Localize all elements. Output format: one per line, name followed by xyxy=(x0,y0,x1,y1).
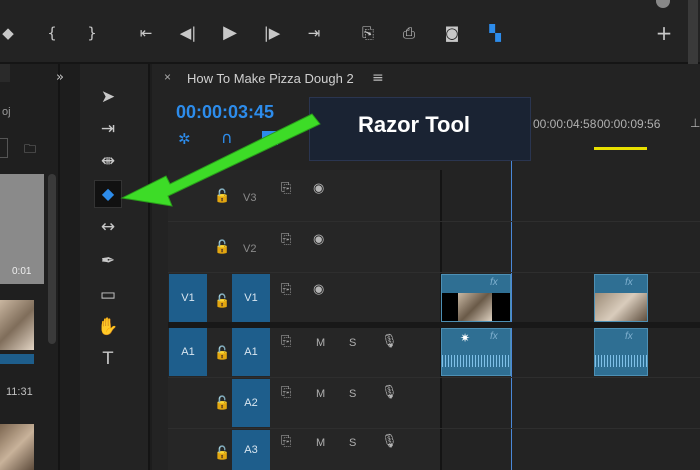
track-target[interactable]: A2 xyxy=(232,379,270,427)
mark-in-icon[interactable]: { xyxy=(40,22,64,44)
video-clip[interactable]: fx xyxy=(594,274,648,322)
waveform xyxy=(595,355,647,367)
mute-button[interactable]: M xyxy=(316,388,325,400)
lock-icon[interactable]: 🔓 xyxy=(214,396,230,411)
panel-handle-icon xyxy=(656,0,670,8)
microphone-icon[interactable]: 🎙 xyxy=(381,334,398,349)
fx-badge: fx xyxy=(490,331,498,342)
new-bin-icon[interactable]: 🗀 xyxy=(24,140,40,156)
add-button-icon[interactable]: + xyxy=(652,22,676,44)
comparison-view-icon[interactable]: ▚ xyxy=(483,22,507,44)
audio-clip[interactable]: fx xyxy=(594,328,648,376)
project-label: oj xyxy=(2,106,11,118)
callout-text: Razor Tool xyxy=(358,112,471,137)
ruler-mark: 00:00:09:56 xyxy=(597,117,661,131)
clip-frame xyxy=(595,293,647,321)
track-separator xyxy=(168,428,700,429)
transition-icon: ✷ xyxy=(460,331,471,345)
work-area-bar[interactable] xyxy=(594,147,647,150)
clip-thumbnail[interactable] xyxy=(0,300,34,350)
panel-overflow-icon[interactable]: » xyxy=(56,70,76,85)
fx-badge: fx xyxy=(625,331,633,342)
insert-icon[interactable]: ⎘ xyxy=(356,22,380,44)
audio-badge-icon xyxy=(0,354,34,364)
source-patch[interactable]: A1 xyxy=(169,328,207,376)
sequence-tab-title[interactable]: How To Make Pizza Dough 2 xyxy=(187,71,354,86)
clip-thumbnail[interactable] xyxy=(0,424,34,470)
sync-lock-icon[interactable]: ⎘ xyxy=(281,282,291,297)
track-separator xyxy=(168,272,700,273)
overwrite-icon[interactable]: ⎙ xyxy=(397,22,421,44)
track-target[interactable]: A3 xyxy=(232,430,270,470)
microphone-icon[interactable]: 🎙 xyxy=(381,385,398,400)
mute-button[interactable]: M xyxy=(316,337,325,349)
lock-icon[interactable]: 🔓 xyxy=(214,346,230,361)
step-forward-icon[interactable]: |▶ xyxy=(260,22,284,44)
video-clip[interactable]: fx xyxy=(441,274,511,322)
ruler-mark: 00:00:04:58 xyxy=(533,117,597,131)
mark-out-icon[interactable]: } xyxy=(80,22,104,44)
scrollbar[interactable] xyxy=(688,0,698,64)
solo-button[interactable]: S xyxy=(349,437,356,449)
selection-tool-icon[interactable]: ➤ xyxy=(94,84,122,110)
microphone-icon[interactable]: 🎙 xyxy=(381,434,398,449)
export-frame-icon[interactable]: ◙ xyxy=(440,22,464,44)
go-to-out-icon[interactable]: ⇥ xyxy=(302,22,326,44)
thumb-duration: 0:01 xyxy=(12,266,32,277)
type-tool-icon[interactable]: T xyxy=(94,346,122,372)
track-separator xyxy=(168,221,700,222)
solo-button[interactable]: S xyxy=(349,388,356,400)
sync-lock-icon[interactable]: ⎘ xyxy=(281,334,291,349)
ruler-tick: ⊥ xyxy=(690,116,700,130)
track-name: V2 xyxy=(243,243,257,255)
step-back-icon[interactable]: ◀| xyxy=(176,22,200,44)
playhead-line[interactable] xyxy=(511,150,512,470)
search-field[interactable] xyxy=(0,138,8,158)
transport-bar: ◆ { } ⇤ ◀| ▶ |▶ ⇥ ⎘ ⎙ ◙ ▚ + xyxy=(0,0,700,64)
marker-icon[interactable]: ◆ xyxy=(0,22,20,44)
sync-lock-icon[interactable]: ⎘ xyxy=(281,385,291,400)
play-icon[interactable]: ▶ xyxy=(218,22,242,44)
rectangle-tool-icon[interactable]: ▭ xyxy=(94,282,122,308)
solo-button[interactable]: S xyxy=(349,337,356,349)
hand-tool-icon[interactable]: ✋ xyxy=(94,314,122,340)
audio-clip[interactable]: ✷ fx xyxy=(441,328,511,376)
lock-icon[interactable]: 🔓 xyxy=(214,294,230,309)
lock-icon[interactable]: 🔓 xyxy=(214,240,230,255)
track-separator xyxy=(168,377,700,378)
clip-thumbnail[interactable]: 0:01 xyxy=(0,174,44,284)
go-to-in-icon[interactable]: ⇤ xyxy=(134,22,158,44)
sync-lock-icon[interactable]: ⎘ xyxy=(281,434,291,449)
clip-frame xyxy=(442,293,510,321)
scrollbar[interactable] xyxy=(48,174,56,344)
fx-badge: fx xyxy=(490,277,498,288)
fx-badge: fx xyxy=(625,277,633,288)
tab-menu-icon[interactable]: ≡ xyxy=(372,70,384,86)
source-patch[interactable]: V1 xyxy=(169,274,207,322)
eye-icon[interactable]: ◉ xyxy=(313,282,324,297)
mute-button[interactable]: M xyxy=(316,437,325,449)
callout-arrow-icon xyxy=(120,113,321,207)
lock-icon[interactable]: 🔓 xyxy=(214,446,230,461)
track-target[interactable]: A1 xyxy=(232,328,270,376)
eye-icon[interactable]: ◉ xyxy=(313,232,324,247)
close-tab-icon[interactable]: × xyxy=(164,70,171,84)
pen-tool-icon[interactable]: ✒ xyxy=(94,248,122,274)
panel-tab[interactable] xyxy=(0,64,10,82)
track-target[interactable]: V1 xyxy=(232,274,270,322)
sync-lock-icon[interactable]: ⎘ xyxy=(281,232,291,247)
thumb-duration: 11:31 xyxy=(6,386,33,398)
waveform xyxy=(442,355,510,367)
project-panel: » oj 🗀 0:01 11:31 xyxy=(0,64,64,470)
